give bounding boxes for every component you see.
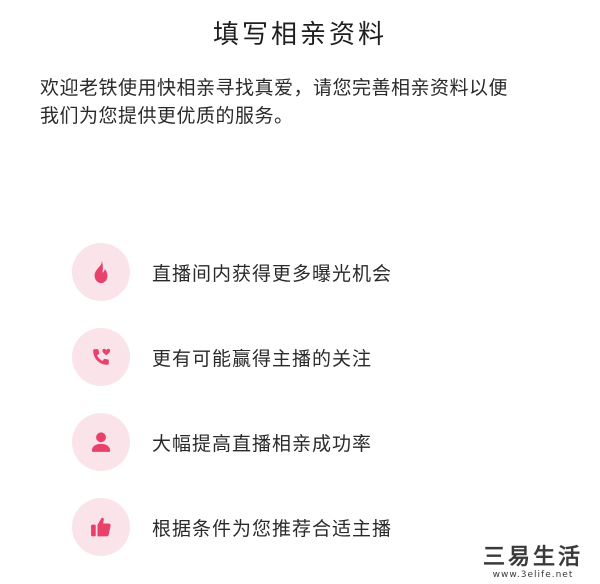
benefit-label: 直播间内获得更多曝光机会 [152, 262, 393, 285]
intro-line-1: 欢迎老铁使用快相亲寻找真爱，请您完善相亲资料以便 [40, 77, 509, 99]
person-icon [72, 413, 130, 471]
watermark: 三易生活 www.3elife.net [472, 545, 594, 581]
thumbs-up-icon [72, 498, 130, 556]
watermark-logo-text: 三易生活 [482, 545, 583, 570]
intro-line-2: 我们为您提供更优质的服务。 [40, 105, 294, 127]
benefit-label: 更有可能赢得主播的关注 [152, 347, 373, 370]
benefit-label: 大幅提高直播相亲成功率 [152, 432, 373, 455]
benefit-label: 根据条件为您推荐合适主播 [152, 517, 393, 540]
benefit-item-attention: 更有可能赢得主播的关注 [72, 327, 552, 387]
page-title: 填写相亲资料 [212, 20, 387, 50]
flame-icon [72, 243, 130, 301]
intro-text: 欢迎老铁使用快相亲寻找真爱，请您完善相亲资料以便 我们为您提供更优质的服务。 [40, 74, 560, 130]
watermark-url: www.3elife.net [492, 570, 574, 580]
profile-intro-page: 填写相亲资料 欢迎老铁使用快相亲寻找真爱，请您完善相亲资料以便 我们为您提供更优… [0, 0, 600, 584]
benefit-item-exposure: 直播间内获得更多曝光机会 [72, 242, 552, 302]
phone-heart-icon [72, 328, 130, 386]
benefit-item-success-rate: 大幅提高直播相亲成功率 [72, 412, 552, 472]
